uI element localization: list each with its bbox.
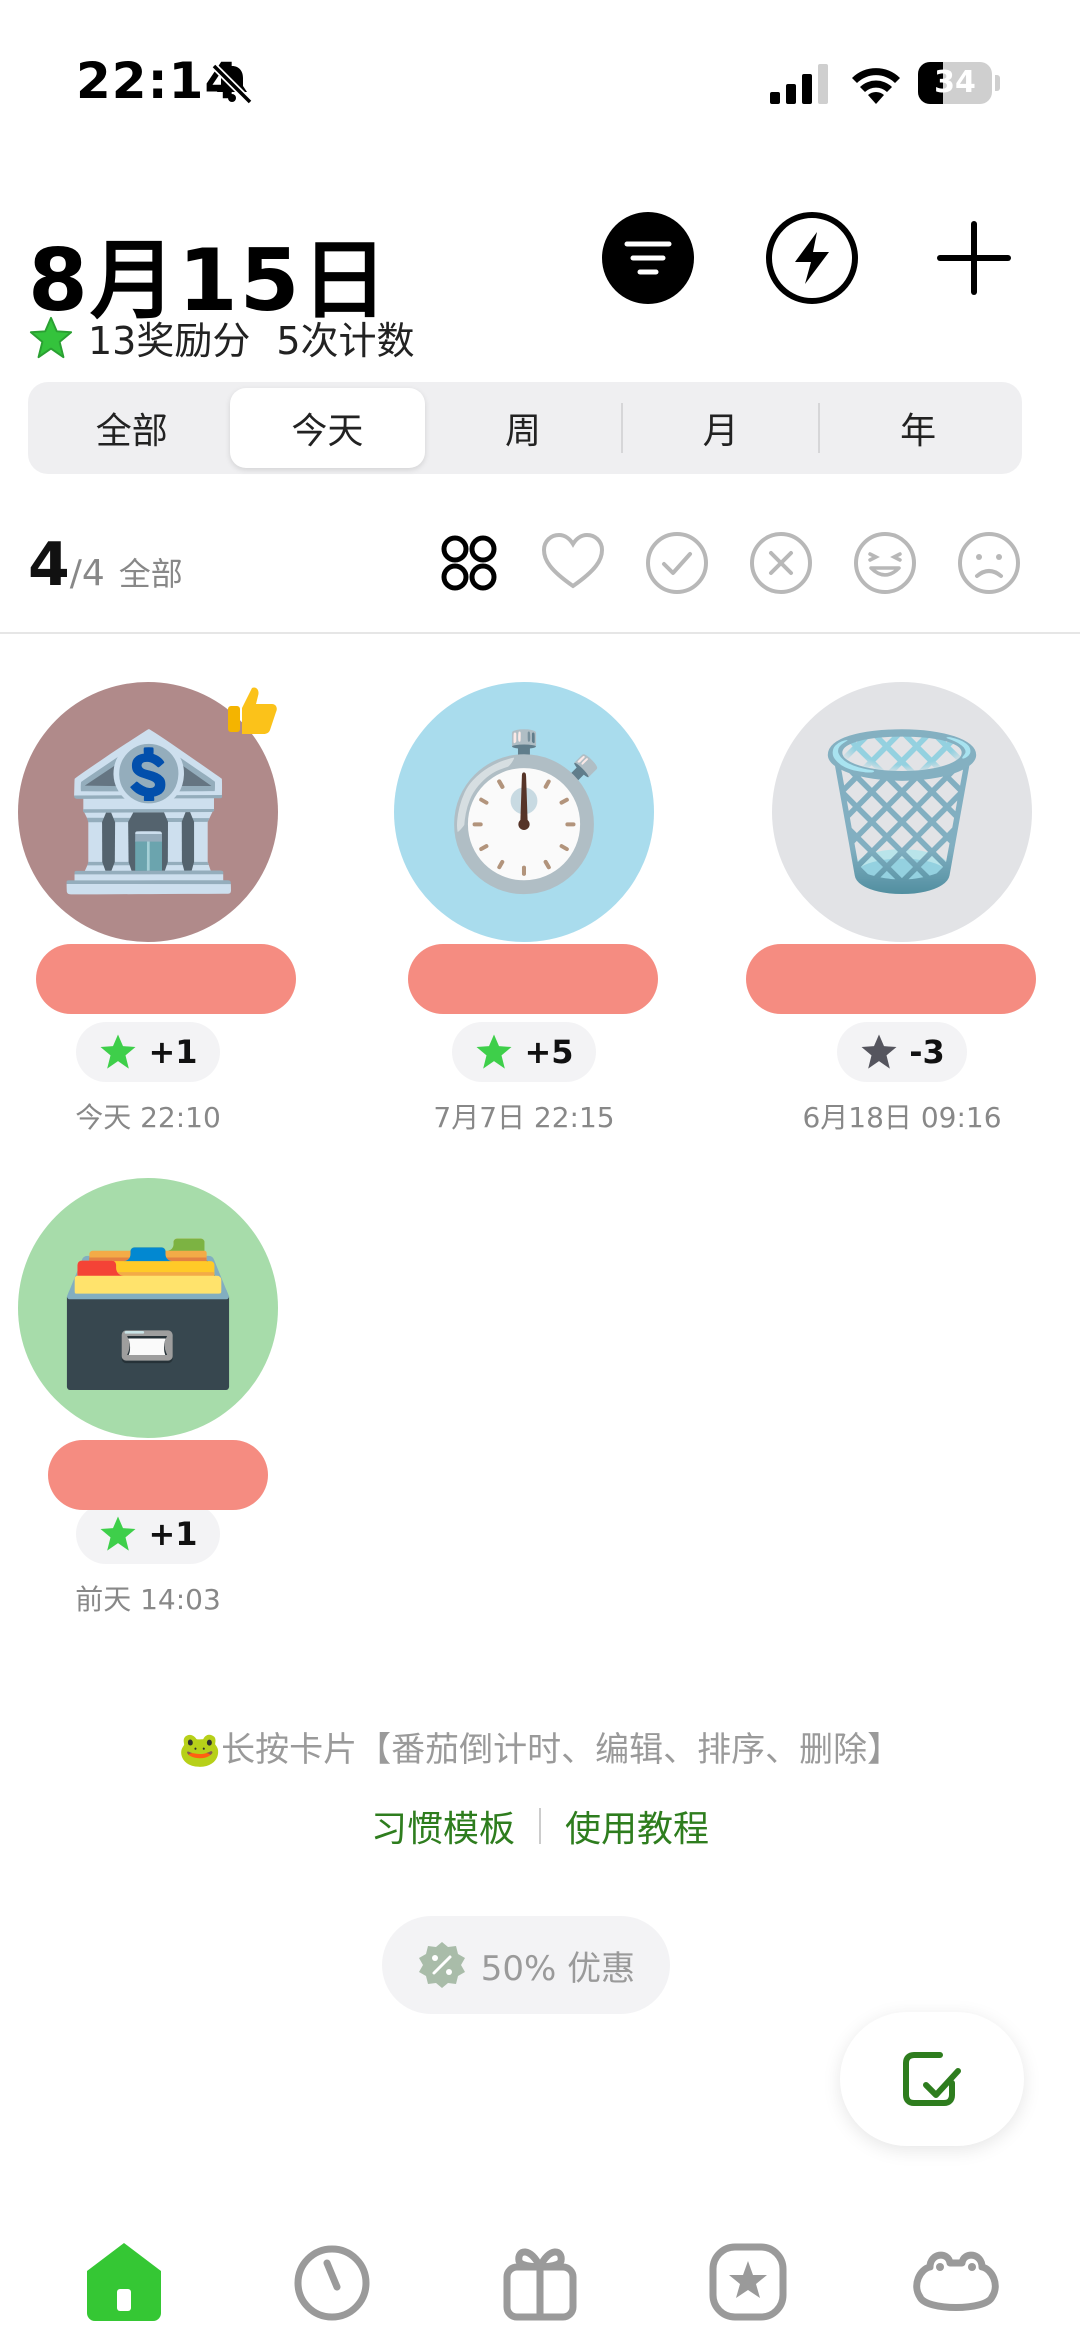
reward-summary: 13奖励分 5次计数 bbox=[28, 310, 415, 365]
star-icon bbox=[861, 1034, 897, 1069]
add-habit-button[interactable] bbox=[928, 212, 1020, 304]
filter-lines-icon bbox=[624, 241, 672, 275]
star-icon bbox=[100, 1034, 136, 1069]
points-badge: +1 bbox=[76, 1022, 220, 1082]
frog-profile-icon bbox=[913, 2251, 999, 2311]
points-value: -3 bbox=[909, 1033, 945, 1071]
habit-avatar[interactable]: 🗑️ bbox=[772, 682, 1032, 942]
wifi-icon bbox=[852, 68, 900, 104]
star-icon bbox=[476, 1034, 512, 1069]
battery-indicator: 34 bbox=[918, 62, 1000, 104]
habit-card[interactable]: ⏱️ +5 7月7日 22:15 bbox=[364, 682, 684, 1136]
tab-rewards[interactable] bbox=[490, 2230, 590, 2330]
home-icon bbox=[87, 2243, 161, 2321]
bell-muted-icon bbox=[211, 63, 253, 105]
heart-icon[interactable] bbox=[540, 530, 606, 596]
discount-badge-icon bbox=[418, 1942, 465, 1988]
battery-percent: 34 bbox=[934, 65, 976, 100]
plus-icon bbox=[937, 221, 1011, 295]
habit-time: 今天 22:10 bbox=[75, 1101, 221, 1134]
frog-icon: 🐸 bbox=[178, 1730, 222, 1770]
list-divider bbox=[0, 632, 1080, 634]
tab-month[interactable]: 月 bbox=[623, 388, 819, 468]
habit-time: 前天 14:03 bbox=[75, 1583, 221, 1616]
count-label: 全部 bbox=[118, 555, 183, 593]
count-times: 5次计数 bbox=[276, 319, 415, 363]
habit-time: 7月7日 22:15 bbox=[433, 1101, 615, 1134]
habit-card[interactable]: 🗑️ -3 6月18日 09:16 bbox=[742, 682, 1062, 1136]
habit-card[interactable]: 🗃️ +1 前天 14:03 bbox=[0, 1178, 308, 1618]
star-icon bbox=[100, 1516, 136, 1551]
timer-icon bbox=[294, 2245, 370, 2321]
lightning-icon bbox=[795, 232, 829, 284]
redacted-title bbox=[746, 944, 1036, 1014]
points-value: +1 bbox=[148, 1515, 198, 1553]
points-badge: +5 bbox=[452, 1022, 596, 1082]
points-badge: -3 bbox=[837, 1022, 967, 1082]
check-circle-icon[interactable] bbox=[644, 530, 710, 596]
stopwatch-icon: ⏱️ bbox=[430, 725, 618, 899]
cellular-signal-icon bbox=[770, 64, 828, 104]
link-separator bbox=[539, 1808, 541, 1844]
points-badge: +1 bbox=[76, 1504, 220, 1564]
tab-year[interactable]: 年 bbox=[820, 388, 1016, 468]
status-filter-row bbox=[436, 530, 1022, 596]
redacted-title bbox=[36, 944, 296, 1014]
points-value: +5 bbox=[524, 1033, 574, 1071]
habit-count: 4 /4 全部 bbox=[28, 530, 183, 600]
habit-templates-link[interactable]: 习惯模板 bbox=[371, 1800, 515, 1852]
quick-action-button[interactable] bbox=[766, 212, 858, 304]
help-links: 习惯模板 使用教程 bbox=[0, 1800, 1080, 1852]
checkin-fab[interactable] bbox=[840, 2012, 1024, 2146]
tab-profile[interactable] bbox=[906, 2230, 1006, 2330]
grid-all-icon[interactable] bbox=[436, 530, 502, 596]
tip-text: 长按卡片【番茄倒计时、编辑、排序、删除】 bbox=[221, 1730, 902, 1770]
redacted-title bbox=[408, 944, 658, 1014]
habit-card[interactable]: 🏦 +1 今天 22:10 bbox=[0, 682, 308, 1136]
tab-home[interactable] bbox=[74, 2230, 174, 2330]
tutorial-link[interactable]: 使用教程 bbox=[565, 1800, 709, 1852]
tab-week[interactable]: 周 bbox=[425, 388, 621, 468]
sort-filter-button[interactable] bbox=[602, 212, 694, 304]
redacted-title bbox=[48, 1440, 268, 1510]
tab-timer[interactable] bbox=[282, 2230, 382, 2330]
thumbs-up-icon bbox=[228, 687, 277, 734]
habit-avatar[interactable]: ⏱️ bbox=[394, 682, 654, 942]
green-star-icon bbox=[29, 316, 73, 358]
long-press-tip: 🐸长按卡片【番茄倒计时、编辑、排序、删除】 bbox=[0, 1722, 1080, 1771]
happy-face-icon[interactable] bbox=[852, 530, 918, 596]
card-file-box-icon: 🗃️ bbox=[54, 1221, 242, 1395]
tab-today[interactable]: 今天 bbox=[229, 388, 426, 468]
trash-bin-icon: 🗑️ bbox=[808, 725, 996, 899]
discount-button[interactable]: 50% 优惠 bbox=[382, 1916, 670, 2014]
period-segmented-control: 全部 今天 周 月 年 bbox=[28, 382, 1022, 474]
bottom-tab-bar bbox=[0, 2230, 1080, 2343]
habit-avatar[interactable]: 🗃️ bbox=[18, 1178, 278, 1438]
habit-avatar[interactable]: 🏦 bbox=[18, 682, 278, 942]
sad-face-icon[interactable] bbox=[956, 530, 1022, 596]
reward-points: 13奖励分 bbox=[88, 319, 251, 363]
star-badge-icon bbox=[709, 2243, 787, 2321]
habit-time: 6月18日 09:16 bbox=[802, 1101, 1002, 1134]
count-done: 4 bbox=[28, 530, 70, 600]
tab-all[interactable]: 全部 bbox=[34, 388, 230, 468]
check-square-icon bbox=[903, 2052, 961, 2106]
count-total: /4 bbox=[69, 553, 105, 594]
gift-icon bbox=[503, 2248, 577, 2321]
tab-achievements[interactable] bbox=[698, 2230, 798, 2330]
bank-icon: 🏦 bbox=[54, 725, 242, 899]
points-value: +1 bbox=[148, 1033, 198, 1071]
x-circle-icon[interactable] bbox=[748, 530, 814, 596]
discount-text: 50% 优惠 bbox=[480, 1948, 636, 1989]
